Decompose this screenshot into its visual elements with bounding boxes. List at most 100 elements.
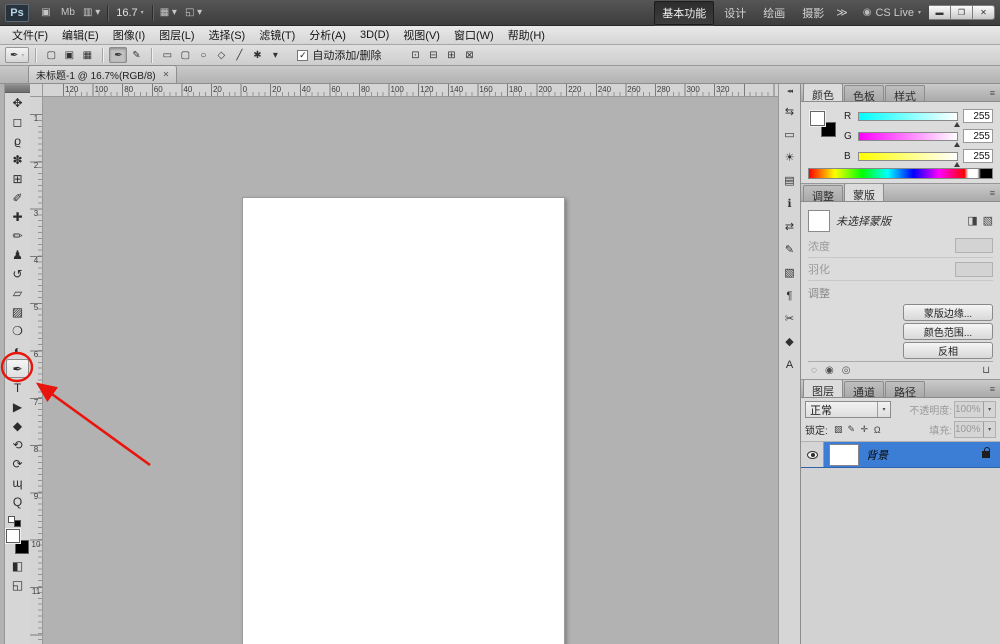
close-button[interactable]: ✕ <box>973 5 995 20</box>
foreground-color-swatch[interactable] <box>6 529 20 543</box>
spot-healing-brush-tool[interactable]: ✚ <box>6 207 29 226</box>
restore-button[interactable]: ❐ <box>951 5 973 20</box>
menu-filter[interactable]: 滤镜(T) <box>252 27 302 43</box>
add-vector-mask-icon[interactable]: ▧ <box>983 214 993 227</box>
history-brush-tool[interactable]: ↺ <box>6 264 29 283</box>
load-mask-selection-icon[interactable]: ◌ <box>811 365 817 376</box>
layer-thumbnail[interactable] <box>829 443 859 466</box>
cs-live-button[interactable]: ◉ CS Live ▾ <box>863 7 921 19</box>
invert-button[interactable]: 反相 <box>903 342 993 360</box>
layer-row-background[interactable]: 背景 <box>801 442 1000 468</box>
line-icon[interactable]: ╱ <box>230 47 248 63</box>
actions-panel-icon[interactable]: ⇄ <box>781 218 799 235</box>
subtract-from-path-area-icon[interactable]: ⊟ <box>424 47 442 63</box>
menu-window[interactable]: 窗口(W) <box>447 27 501 43</box>
arrange-documents-icon[interactable]: ▦ ▾ <box>156 4 181 22</box>
channel-value-input[interactable]: 255 <box>963 129 993 143</box>
rectangular-marquee-tool[interactable]: ◻ <box>6 112 29 131</box>
menu-3d[interactable]: 3D(D) <box>353 29 396 41</box>
workspace-overflow-button[interactable]: ≫ <box>831 6 853 19</box>
document-tab[interactable]: 未标题-1 @ 16.7%(RGB/8) ✕ <box>28 65 178 83</box>
notes-panel-icon[interactable]: ✂ <box>781 310 799 327</box>
expand-dock-icon[interactable]: ◂◂ <box>787 87 793 95</box>
apply-mask-icon[interactable]: ◉ <box>825 365 834 376</box>
menu-file[interactable]: 文件(F) <box>5 27 55 43</box>
menu-layer[interactable]: 图层(L) <box>152 27 201 43</box>
mini-bridge-icon[interactable]: Mb <box>57 4 79 22</box>
minimize-button[interactable]: ▬ <box>929 5 951 20</box>
panel-menu-icon[interactable]: ≡ <box>990 188 995 198</box>
shape-options-caret-icon[interactable]: ▾ <box>266 47 284 63</box>
freeform-pen-icon[interactable]: ✎ <box>127 47 145 63</box>
type-tool[interactable]: T <box>6 378 29 397</box>
navigator-panel-icon[interactable]: ◆ <box>781 333 799 350</box>
pen-icon[interactable]: ✒ <box>109 47 128 63</box>
foreground-color-swatch[interactable] <box>810 111 825 126</box>
intersect-path-areas-icon[interactable]: ⊞ <box>442 47 460 63</box>
disable-mask-icon[interactable]: ◎ <box>842 365 851 376</box>
crop-tool[interactable]: ⊞ <box>6 169 29 188</box>
channel-slider-track[interactable] <box>858 151 960 167</box>
document-canvas[interactable] <box>242 197 565 644</box>
info-panel-icon[interactable]: ℹ <box>781 195 799 212</box>
zoom-tool[interactable]: Q <box>6 492 29 511</box>
quick-selection-tool[interactable]: ✽ <box>6 150 29 169</box>
eyedropper-tool[interactable]: ✐ <box>6 188 29 207</box>
zoom-level-control[interactable]: 16.7 ▾ <box>111 5 148 21</box>
panel-menu-icon[interactable]: ≡ <box>990 384 995 394</box>
color-spectrum-ramp[interactable] <box>808 168 993 179</box>
ellipse-icon[interactable]: ○ <box>194 47 212 63</box>
3d-rotate-tool[interactable]: ⟲ <box>6 435 29 454</box>
delete-mask-icon[interactable]: ⊔ <box>982 365 990 376</box>
move-tool[interactable]: ✥ <box>6 93 29 112</box>
view-extras-icon[interactable]: ▥ ▾ <box>79 4 104 22</box>
brush-tool[interactable]: ✏ <box>6 226 29 245</box>
vertical-ruler[interactable]: 1 2 3 4 5 6 7 8 9 10 11 <box>30 97 43 644</box>
shape-layers-icon[interactable]: ▢ <box>42 47 60 63</box>
add-pixel-mask-icon[interactable]: ◨ <box>967 214 977 227</box>
styles-panel-icon[interactable]: ▭ <box>781 126 799 143</box>
horizontal-ruler[interactable]: 120 100 80 60 40 20 0 20 40 60 80 100 120 140 160 180 20… <box>43 84 778 97</box>
screen-mode-icon[interactable]: ◱ ▾ <box>181 4 206 22</box>
brush-panel-icon[interactable]: ✎ <box>781 241 799 258</box>
pen-tool[interactable]: ✒ <box>6 359 29 378</box>
workspace-painting[interactable]: 绘画 <box>756 2 792 24</box>
paths-icon[interactable]: ▣ <box>60 47 78 63</box>
clone-source-panel-icon[interactable]: ▧ <box>781 264 799 281</box>
workspace-design[interactable]: 设计 <box>717 2 753 24</box>
tool-preset-picker[interactable]: ✒ ▾ <box>5 47 30 63</box>
history-panel-icon[interactable]: ⇆ <box>781 103 799 120</box>
quick-mask-button[interactable]: ◧ <box>6 556 29 575</box>
default-colors-button[interactable] <box>8 516 21 527</box>
rectangle-tool[interactable]: ◆ <box>6 416 29 435</box>
ruler-origin-corner[interactable] <box>30 84 43 97</box>
auto-add-delete-checkbox[interactable]: ✓ 自动添加/删除 <box>297 47 381 63</box>
polygon-icon[interactable]: ◇ <box>212 47 230 63</box>
blend-mode-select[interactable]: 正常 ▾ <box>805 401 891 418</box>
visibility-toggle[interactable] <box>801 442 824 467</box>
clone-stamp-tool[interactable]: ♟ <box>6 245 29 264</box>
exclude-path-areas-icon[interactable]: ⊠ <box>460 47 478 63</box>
add-to-path-area-icon[interactable]: ⊡ <box>406 47 424 63</box>
tab-paths[interactable]: 路径 <box>885 381 925 399</box>
path-selection-tool[interactable]: ▶ <box>6 397 29 416</box>
dodge-tool[interactable]: ◐ <box>6 340 29 359</box>
lasso-tool[interactable]: ϱ <box>6 131 29 150</box>
close-icon[interactable]: ✕ <box>163 70 170 79</box>
workspace-photography[interactable]: 摄影 <box>795 2 831 24</box>
lock-pixels-icon[interactable]: ✎ <box>845 423 858 436</box>
lock-transparency-icon[interactable]: ▨ <box>832 423 845 436</box>
menu-view[interactable]: 视图(V) <box>396 27 447 43</box>
screen-mode-button[interactable]: ◱ <box>6 575 29 594</box>
workspace-essentials[interactable]: 基本功能 <box>654 0 715 25</box>
fill-pixels-icon[interactable]: ▦ <box>78 47 96 63</box>
eraser-tool[interactable]: ▱ <box>6 283 29 302</box>
rounded-rectangle-icon[interactable]: ▢ <box>176 47 194 63</box>
custom-shape-icon[interactable]: ✱ <box>248 47 266 63</box>
tab-masks[interactable]: 蒙版 <box>844 183 884 202</box>
menu-select[interactable]: 选择(S) <box>202 27 253 43</box>
mask-edge-button[interactable]: 蒙版边缘... <box>903 304 993 322</box>
tab-color[interactable]: 颜色 <box>803 83 843 102</box>
tab-channels[interactable]: 通道 <box>844 381 884 399</box>
channel-value-input[interactable]: 255 <box>963 109 993 123</box>
